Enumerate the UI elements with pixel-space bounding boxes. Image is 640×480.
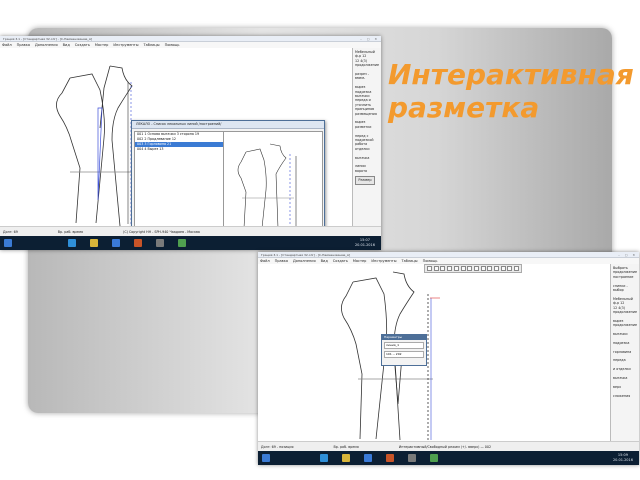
- back-piece-outline: [341, 281, 363, 440]
- edge-icon[interactable]: [320, 454, 328, 462]
- status-field: Вр. раб. время: [57, 230, 84, 234]
- menu-item[interactable]: Дополнения: [35, 43, 58, 47]
- parameters-palette: Параметры линия_1 101 -- 202: [381, 334, 427, 366]
- panel-text-line: продолжение: [613, 323, 637, 328]
- menu-item[interactable]: Помощь: [423, 259, 438, 263]
- dialog-title: ЛЕКАЛО - Список лекальных линий /построе…: [132, 121, 324, 129]
- powerpoint-icon[interactable]: [134, 239, 142, 247]
- taskbar: 15:07 20.01.2016: [0, 236, 381, 250]
- menu-item[interactable]: Файл: [2, 43, 12, 47]
- word-icon[interactable]: [364, 454, 372, 462]
- status-field: Интерактивный/Свободный режим (+/- вверх…: [398, 445, 492, 449]
- panel-text-line: ворота: [355, 168, 368, 173]
- window-controls[interactable]: – ▢ ✕: [360, 37, 379, 41]
- status-bar: Долг: 69 - позиция Вр. раб. время Интеракт…: [258, 441, 639, 451]
- toolbar-tool-button[interactable]: [427, 266, 432, 271]
- menu-item[interactable]: Инструменты: [371, 259, 396, 263]
- slide-title-line2: разметка: [388, 91, 540, 124]
- toolbar-tool-button[interactable]: [500, 266, 506, 271]
- slide-title-line1: Интерактивная: [388, 58, 634, 91]
- window-controls[interactable]: – ▢ ✕: [618, 253, 637, 257]
- menu-item[interactable]: Помощь: [165, 43, 180, 47]
- back-piece-outline: [56, 77, 81, 224]
- taskbar-clock: 15:09 20.01.2016: [613, 453, 633, 462]
- menu-item[interactable]: Мастер: [353, 259, 367, 263]
- drawing-canvas[interactable]: ЛЕКАЛО - Список лекальных линий /построе…: [0, 48, 353, 246]
- start-icon[interactable]: [4, 239, 12, 247]
- status-bar: Долг: 69 Вр. раб. время (С) Copyright HH -…: [0, 226, 381, 236]
- menu-item[interactable]: Таблицы: [401, 259, 417, 263]
- screenshot-first: Грация 3.1 - [Стандартная 32.cdr] - [С-Н…: [0, 36, 381, 250]
- folder-icon[interactable]: [342, 454, 350, 462]
- clock-date: 20.01.2016: [612, 457, 633, 462]
- slide-title: Интерактивная разметка: [388, 58, 638, 124]
- taskbar: 15:09 20.01.2016: [258, 451, 639, 465]
- panel-text-line: продолжение: [355, 63, 379, 68]
- menu-item[interactable]: Дополнения: [293, 259, 316, 263]
- powerpoint-icon[interactable]: [386, 454, 394, 462]
- menu-item[interactable]: Вид: [63, 43, 70, 47]
- palette-title: Параметры: [382, 335, 426, 340]
- properties-panel: Мебельный ф-р 12 12 4(3) продолжение разрез …: [353, 48, 381, 226]
- folder-icon[interactable]: [90, 239, 98, 247]
- drawing-canvas[interactable]: Параметры линия_1 101 -- 202: [258, 264, 611, 441]
- status-field: Вр. раб. время: [333, 445, 359, 449]
- status-field: Долг: 69 - позиция: [261, 445, 294, 449]
- menu-item[interactable]: Вид: [321, 259, 328, 263]
- menu-item[interactable]: Таблицы: [143, 43, 159, 47]
- toolbar-tool-button[interactable]: [460, 266, 466, 271]
- palette-field-range[interactable]: 101 -- 202: [384, 351, 424, 358]
- toolbar-tool-button[interactable]: [494, 266, 499, 271]
- word-icon[interactable]: [112, 239, 120, 247]
- pattern-drawing: [341, 271, 440, 441]
- excel-icon[interactable]: [178, 239, 186, 247]
- toolbar-tool-button[interactable]: [514, 266, 520, 271]
- start-icon[interactable]: [262, 454, 270, 462]
- panel-text-line: продолжение: [613, 310, 637, 315]
- preview-drawing: [237, 143, 297, 229]
- panel-text-line: разрез - вмем-: [355, 72, 369, 81]
- dart-highlight: [97, 107, 103, 201]
- screenshot-second: Грация 3.1 - [Стандартная 32.cdr] - [С-Н…: [258, 252, 639, 465]
- status-field: (С) Copyright HH - SPH-940 Чаадаев - Мос…: [123, 230, 200, 234]
- toolbar-tool-button[interactable]: [453, 266, 459, 271]
- taskbar-clock: 15:07 20.01.2016: [355, 238, 375, 247]
- toolbar-tool-button[interactable]: [433, 266, 439, 271]
- excel-icon[interactable]: [430, 454, 438, 462]
- toolbar-tool-button[interactable]: [480, 266, 486, 271]
- clock-date: 20.01.2016: [354, 242, 375, 247]
- palette-field-line[interactable]: линия_1: [384, 342, 424, 349]
- menu-item[interactable]: Создать: [75, 43, 90, 47]
- back-piece-outline-right: [69, 73, 105, 224]
- toolbar-tool-button[interactable]: [447, 266, 453, 271]
- toolbar-tool-button[interactable]: [467, 266, 473, 271]
- properties-text: Мебельный ф-р 12 12 4(3) продолжение разрез …: [355, 50, 379, 173]
- menu-item[interactable]: Мастер: [95, 43, 109, 47]
- toolbar-tool-button[interactable]: [507, 266, 513, 271]
- properties-panel: Выбрать продолжение построение спинки - выб…: [611, 264, 639, 441]
- menu-item[interactable]: Создать: [333, 259, 348, 263]
- panel-text-line: спинки - выбор: [613, 283, 628, 293]
- toolbar-tool-button[interactable]: [440, 266, 446, 271]
- panel-text-line: размещения: [355, 111, 377, 116]
- menu-item[interactable]: Файл: [260, 259, 270, 263]
- panel-text-line: сложения: [613, 393, 631, 398]
- menu-item[interactable]: Правка: [17, 43, 30, 47]
- size-button[interactable]: Размер: [355, 176, 375, 185]
- front-piece-outline: [109, 65, 133, 226]
- properties-text: Выбрать продолжение построение спинки - выб…: [613, 266, 637, 398]
- pattern-preview: [223, 131, 323, 231]
- app-icon[interactable]: [156, 239, 164, 247]
- edge-icon[interactable]: [68, 239, 76, 247]
- app-icon[interactable]: [408, 454, 416, 462]
- menu-item[interactable]: Правка: [275, 259, 288, 263]
- toolbar-tool-button[interactable]: [487, 266, 493, 271]
- menu-item[interactable]: Инструменты: [113, 43, 138, 47]
- toolbar-tool-button[interactable]: [473, 266, 479, 271]
- drawing-toolbar: [424, 264, 522, 273]
- lines-list[interactable]: 001 1 Основа вытачки 3 сторона 19 002 2 П…: [134, 131, 224, 231]
- status-field: Долг: 69: [3, 230, 18, 234]
- list-item[interactable]: 004 4 Вырез 13: [135, 147, 223, 152]
